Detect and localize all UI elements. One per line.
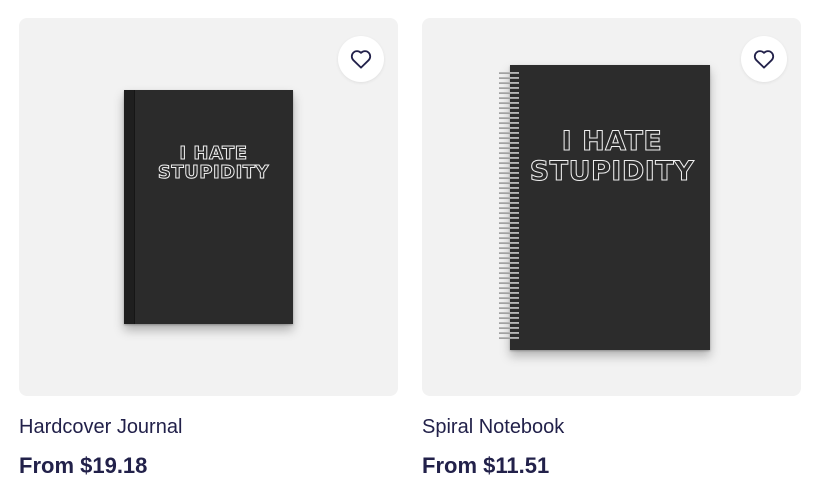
- product-title[interactable]: Hardcover Journal: [19, 416, 398, 439]
- cover-print: I HATE STUPIDITY: [138, 144, 289, 183]
- hardcover-journal-image: I HATE STUPIDITY: [124, 90, 293, 324]
- product-card-spiral-notebook[interactable]: I HATE STUPIDITY Spiral Notebook From $1…: [422, 18, 801, 479]
- cover-print: I HATE STUPIDITY: [520, 126, 704, 187]
- favorite-button[interactable]: [741, 36, 787, 82]
- product-image-tile[interactable]: I HATE STUPIDITY: [422, 18, 801, 396]
- product-price: From $19.18: [19, 453, 148, 478]
- product-image-tile[interactable]: I HATE STUPIDITY: [19, 18, 398, 396]
- product-price: From $11.51: [422, 453, 550, 478]
- cover-text-line: STUPIDITY: [157, 161, 270, 183]
- cover-text-line: STUPIDITY: [529, 155, 695, 187]
- product-title[interactable]: Spiral Notebook: [422, 416, 801, 439]
- favorite-button[interactable]: [338, 36, 384, 82]
- spiral-binding: [499, 71, 519, 341]
- heart-outline-icon: [753, 50, 775, 69]
- cover-text-line: I HATE: [561, 126, 663, 157]
- product-card-hardcover-journal[interactable]: I HATE STUPIDITY Hardcover Journal From …: [19, 18, 398, 479]
- spiral-notebook-image: I HATE STUPIDITY: [499, 65, 710, 350]
- heart-outline-icon: [350, 50, 372, 69]
- journal-spine: [124, 90, 135, 324]
